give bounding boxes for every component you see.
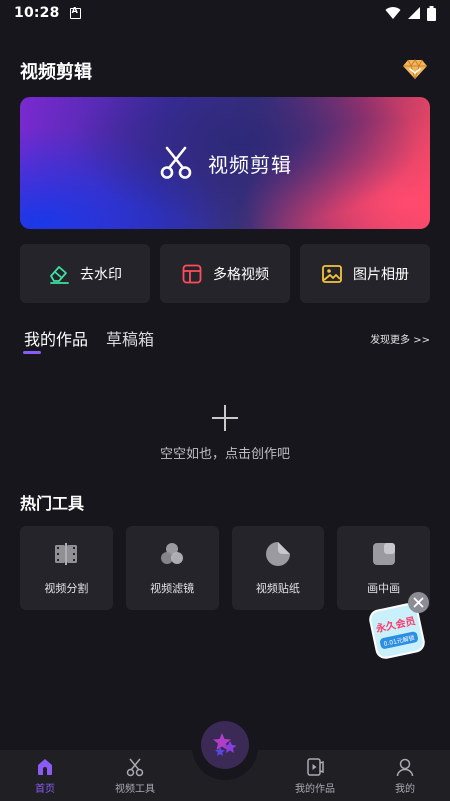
nav-home-label: 首页 <box>35 783 55 795</box>
notification-icon <box>69 6 81 19</box>
photo-album-label: 图片相册 <box>353 266 409 283</box>
nav-profile[interactable]: 我的 <box>360 750 450 801</box>
image-icon <box>322 264 342 283</box>
tab-my-works[interactable]: 我的作品 <box>24 326 88 354</box>
status-bar: 10:28 <box>0 0 450 26</box>
empty-state[interactable]: 空空如也，点击创作吧 <box>0 405 450 462</box>
tab-indicator <box>23 351 41 354</box>
vip-promo-badge[interactable]: 永久会员 0.01元解锁 <box>367 592 430 664</box>
hot-tools-title: 热门工具 <box>20 494 85 513</box>
video-filter-label: 视频滤镜 <box>150 582 195 595</box>
battery-icon <box>427 5 436 21</box>
video-sticker-label: 视频贴纸 <box>255 582 300 595</box>
page-title: 视频剪辑 <box>20 62 92 83</box>
user-icon <box>396 758 414 776</box>
scissors-icon <box>160 146 192 179</box>
nav-my-works[interactable]: 我的作品 <box>270 750 360 801</box>
banner-label: 视频剪辑 <box>208 152 292 177</box>
nav-my-works-label: 我的作品 <box>295 783 335 795</box>
signal-icon <box>408 7 420 19</box>
home-icon <box>38 758 52 775</box>
film-split-icon <box>55 543 78 565</box>
picture-in-picture-icon <box>372 543 395 565</box>
discover-more-link[interactable]: 发现更多 >> <box>370 331 430 346</box>
multi-grid-video-button[interactable]: 多格视频 <box>160 244 290 303</box>
video-split-label: 视频分割 <box>44 582 89 595</box>
video-filter-button[interactable]: 视频滤镜 <box>125 526 219 610</box>
video-split-button[interactable]: 视频分割 <box>20 526 113 610</box>
promo-close-button[interactable] <box>408 592 429 613</box>
photo-album-button[interactable]: 图片相册 <box>300 244 430 303</box>
nav-video-tools[interactable]: 视频工具 <box>90 750 180 801</box>
grid-icon <box>182 264 202 283</box>
filter-icon <box>161 543 184 564</box>
video-sticker-button[interactable]: 视频贴纸 <box>231 526 325 610</box>
video-file-icon <box>307 757 324 776</box>
remove-watermark-button[interactable]: 去水印 <box>20 244 150 303</box>
status-time: 10:28 <box>14 5 60 21</box>
diamond-vip-icon[interactable] <box>402 58 428 80</box>
nav-video-tools-label: 视频工具 <box>115 783 155 795</box>
sticker-icon <box>265 542 290 566</box>
create-fab-button[interactable] <box>201 721 249 769</box>
plus-icon[interactable] <box>212 405 238 431</box>
multi-grid-video-label: 多格视频 <box>213 266 269 283</box>
video-edit-banner[interactable]: 视频剪辑 <box>20 97 430 229</box>
hot-tools-list: 视频分割 视频滤镜 视频贴纸 画中画 <box>20 526 430 610</box>
status-icons <box>385 5 436 21</box>
eraser-icon <box>50 265 69 284</box>
nav-profile-label: 我的 <box>395 783 415 795</box>
remove-watermark-label: 去水印 <box>80 266 122 283</box>
scissors-icon <box>126 758 144 776</box>
close-icon <box>413 597 424 608</box>
nav-home[interactable]: 首页 <box>0 750 90 801</box>
works-tabs: 我的作品 草稿箱 <box>24 326 154 354</box>
sparkle-stars-icon <box>213 733 237 756</box>
quick-actions: 去水印 多格视频 图片相册 <box>20 244 430 303</box>
tab-drafts[interactable]: 草稿箱 <box>106 326 154 354</box>
wifi-icon <box>385 7 401 20</box>
empty-state-text: 空空如也，点击创作吧 <box>159 447 290 462</box>
promo-subtitle: 0.01元解锁 <box>379 631 419 650</box>
